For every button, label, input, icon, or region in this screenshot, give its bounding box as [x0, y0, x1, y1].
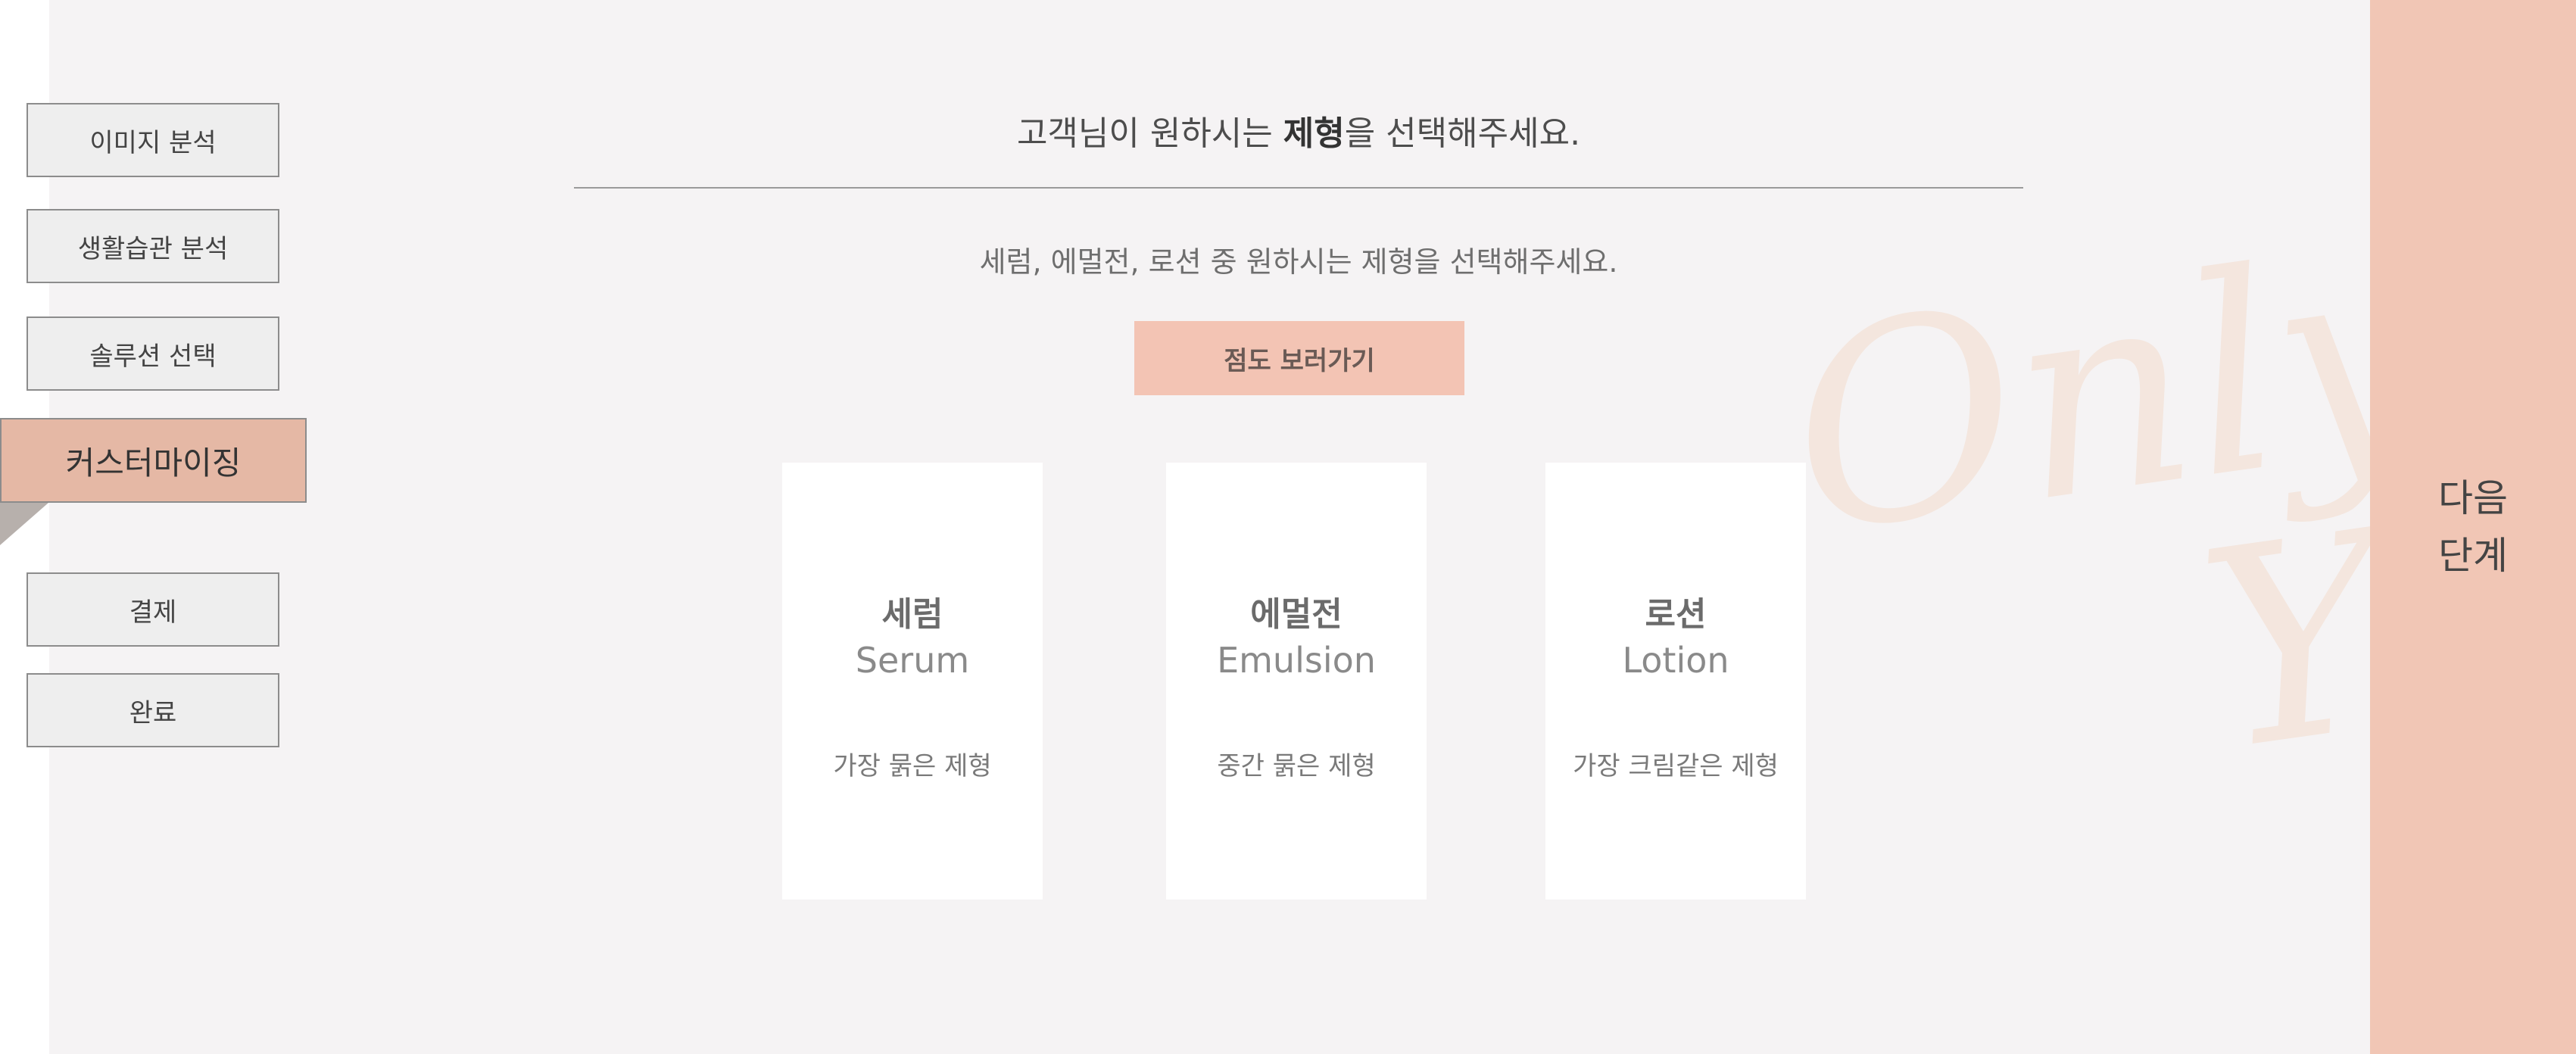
- step-customizing-active[interactable]: 커스터마이징: [0, 418, 307, 503]
- step-payment[interactable]: 결제: [27, 572, 279, 647]
- step-lifestyle-analysis[interactable]: 생활습관 분석: [27, 209, 279, 283]
- step-label: 생활습관 분석: [77, 233, 229, 264]
- card-name-ko: 세럼: [881, 595, 943, 634]
- texture-card-emulsion[interactable]: 에멀전 Emulsion 중간 묽은 제형: [1166, 463, 1427, 900]
- next-step-label: 다음 단계: [2424, 469, 2522, 585]
- step-solution-select[interactable]: 솔루션 선택: [27, 317, 279, 391]
- watermark-line-2: You: [2185, 429, 2370, 812]
- view-viscosity-label: 점도 보러가기: [1224, 345, 1375, 376]
- step-image-analysis[interactable]: 이미지 분석: [27, 103, 279, 177]
- title-emphasis: 제형: [1283, 114, 1345, 153]
- page-subtitle: 세럼, 에멀전, 로션 중 원하시는 제형을 선택해주세요.: [979, 245, 1618, 279]
- texture-card-lotion[interactable]: 로션 Lotion 가장 크림같은 제형: [1545, 463, 1806, 900]
- view-viscosity-button[interactable]: 점도 보러가기: [1134, 321, 1464, 395]
- active-step-fold: [0, 503, 48, 545]
- card-name-ko: 로션: [1645, 595, 1707, 634]
- card-description: 중간 묽은 제형: [1217, 751, 1376, 781]
- card-name-en: Emulsion: [1217, 640, 1376, 681]
- card-name-en: Lotion: [1622, 640, 1729, 681]
- title-suffix: 을 선택해주세요.: [1344, 114, 1581, 153]
- step-label: 이미지 분석: [89, 127, 217, 158]
- step-complete[interactable]: 완료: [27, 673, 279, 747]
- card-description: 가장 크림같은 제형: [1573, 751, 1779, 781]
- title-divider: [574, 187, 2023, 189]
- step-label: 결제: [129, 597, 177, 628]
- texture-card-serum[interactable]: 세럼 Serum 가장 묽은 제형: [782, 463, 1043, 900]
- step-label: 완료: [129, 697, 177, 728]
- next-step-button[interactable]: 다음 단계: [2370, 0, 2576, 1054]
- next-step-label-line-1: 다음: [2438, 476, 2508, 520]
- page-title: 고객님이 원하시는 제형을 선택해주세요.: [575, 106, 2022, 154]
- next-step-label-line-2: 단계: [2438, 534, 2508, 578]
- card-name-en: Serum: [855, 640, 970, 681]
- step-label: 솔루션 선택: [89, 341, 217, 372]
- step-label: 커스터마이징: [65, 444, 242, 482]
- card-description: 가장 묽은 제형: [833, 751, 992, 781]
- title-prefix: 고객님이 원하시는: [1016, 114, 1283, 153]
- watermark-line-1: Only For: [1772, 114, 2370, 595]
- card-name-ko: 에멀전: [1250, 595, 1343, 634]
